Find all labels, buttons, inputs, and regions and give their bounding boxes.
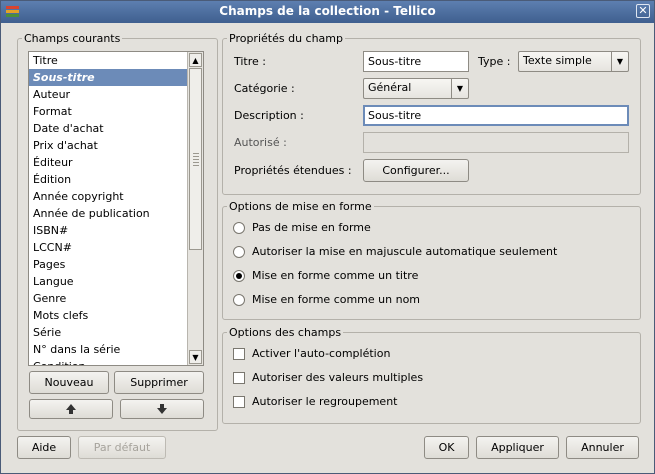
radio-button[interactable]	[233, 269, 245, 282]
checkbox[interactable]	[233, 395, 245, 408]
new-field-button[interactable]: Nouveau	[29, 371, 109, 394]
field-list-item[interactable]: LCCN#	[29, 239, 187, 256]
radio-button[interactable]	[233, 221, 245, 234]
cancel-label: Annuler	[581, 441, 624, 454]
field-option[interactable]: Autoriser des valeurs multiples	[233, 371, 423, 384]
format-option[interactable]: Mise en forme comme un nom	[233, 293, 420, 306]
format-option[interactable]: Pas de mise en forme	[233, 221, 371, 234]
new-field-label: Nouveau	[44, 376, 94, 389]
field-option-label: Autoriser des valeurs multiples	[252, 371, 424, 384]
arrow-up-icon	[66, 404, 76, 414]
field-list-item[interactable]: Pages	[29, 256, 187, 273]
type-label: Type :	[478, 55, 511, 68]
field-list-item[interactable]: ISBN#	[29, 222, 187, 239]
field-list-item[interactable]: Format	[29, 103, 187, 120]
extended-properties-label: Propriétés étendues :	[234, 164, 352, 177]
scroll-up-arrow-icon[interactable]: ▲	[189, 53, 202, 67]
apply-button[interactable]: Appliquer	[476, 436, 559, 459]
field-list-item[interactable]: Titre	[29, 52, 187, 69]
default-label: Par défaut	[93, 441, 151, 454]
description-input[interactable]: Sous-titre	[363, 105, 629, 126]
field-list-item[interactable]: Prix d'achat	[29, 137, 187, 154]
default-button[interactable]: Par défaut	[78, 436, 166, 459]
grip-icon	[193, 153, 199, 167]
field-list-item[interactable]: Genre	[29, 290, 187, 307]
field-list-item[interactable]: Auteur	[29, 86, 187, 103]
type-select-value: Texte simple	[523, 54, 592, 67]
field-list-item[interactable]: Édition	[29, 171, 187, 188]
allowed-label: Autorisé :	[234, 136, 287, 149]
checkbox[interactable]	[233, 347, 245, 360]
help-label: Aide	[31, 441, 57, 454]
format-option-label: Mise en forme comme un nom	[252, 293, 421, 306]
format-option-label: Pas de mise en forme	[252, 221, 371, 234]
current-fields-list[interactable]: Titre Sous-titre Auteur Format Date d'achat P…	[28, 51, 204, 366]
help-button[interactable]: Aide	[17, 436, 71, 459]
field-options-legend: Options des champs	[229, 326, 342, 339]
field-list-item[interactable]: Année copyright	[29, 188, 187, 205]
delete-field-button[interactable]: Supprimer	[114, 371, 204, 394]
description-label: Description :	[234, 109, 304, 122]
format-option-label: Autoriser la mise en majuscule automatiq…	[252, 245, 558, 258]
current-fields-legend: Champs courants	[24, 32, 121, 45]
field-list-item[interactable]: Année de publication	[29, 205, 187, 222]
dropdown-arrow-icon: ▼	[451, 79, 468, 98]
move-up-button[interactable]	[29, 399, 113, 419]
allowed-input[interactable]	[363, 132, 629, 153]
field-items: Titre Sous-titre Auteur Format Date d'achat P…	[29, 52, 187, 365]
field-list-item[interactable]: Sous-titre	[29, 69, 187, 86]
format-options-legend: Options de mise en forme	[229, 200, 372, 213]
cancel-button[interactable]: Annuler	[566, 436, 639, 459]
title-bar[interactable]: Champs de la collection - Tellico ✕	[1, 1, 654, 23]
field-list-item[interactable]: Mots clefs	[29, 307, 187, 324]
dialog-window: Champs de la collection - Tellico ✕ Cham…	[0, 0, 655, 474]
radio-button[interactable]	[233, 293, 245, 306]
scroll-down-arrow-icon[interactable]: ▼	[189, 350, 202, 364]
title-input[interactable]: Sous-titre	[363, 51, 469, 72]
category-select[interactable]: Général ▼	[363, 78, 469, 99]
field-list-item[interactable]: Date d'achat	[29, 120, 187, 137]
category-label: Catégorie :	[234, 82, 295, 95]
list-scrollbar[interactable]: ▲ ▼	[187, 52, 203, 365]
arrow-down-icon	[157, 404, 167, 414]
checkbox[interactable]	[233, 371, 245, 384]
field-list-item[interactable]: Condition	[29, 358, 187, 365]
category-select-value: Général	[368, 81, 412, 94]
ok-label: OK	[438, 441, 455, 454]
close-icon: ✕	[638, 4, 648, 17]
field-list-item[interactable]: N° dans la série	[29, 341, 187, 358]
field-list-item[interactable]: Langue	[29, 273, 187, 290]
configure-button[interactable]: Configurer...	[363, 159, 469, 182]
apply-label: Appliquer	[491, 441, 544, 454]
field-option[interactable]: Activer l'auto-complétion	[233, 347, 390, 360]
radio-button[interactable]	[233, 245, 245, 258]
ok-button[interactable]: OK	[424, 436, 469, 459]
delete-field-label: Supprimer	[130, 376, 188, 389]
field-list-item[interactable]: Éditeur	[29, 154, 187, 171]
field-option[interactable]: Autoriser le regroupement	[233, 395, 398, 408]
type-select[interactable]: Texte simple ▼	[518, 51, 629, 72]
window-title: Champs de la collection - Tellico	[219, 4, 436, 18]
close-window-button[interactable]: ✕	[636, 4, 650, 18]
field-option-label: Autoriser le regroupement	[252, 395, 398, 408]
configure-label: Configurer...	[382, 164, 450, 177]
dropdown-arrow-icon: ▼	[611, 52, 628, 71]
move-down-button[interactable]	[120, 399, 204, 419]
format-option[interactable]: Mise en forme comme un titre	[233, 269, 418, 282]
title-label: Titre :	[234, 55, 267, 68]
field-option-label: Activer l'auto-complétion	[252, 347, 391, 360]
format-option-label: Mise en forme comme un titre	[252, 269, 419, 282]
format-option[interactable]: Autoriser la mise en majuscule automatiq…	[233, 245, 557, 258]
field-list-item[interactable]: Série	[29, 324, 187, 341]
field-properties-legend: Propriétés du champ	[229, 32, 343, 45]
scroll-thumb[interactable]	[189, 68, 202, 250]
